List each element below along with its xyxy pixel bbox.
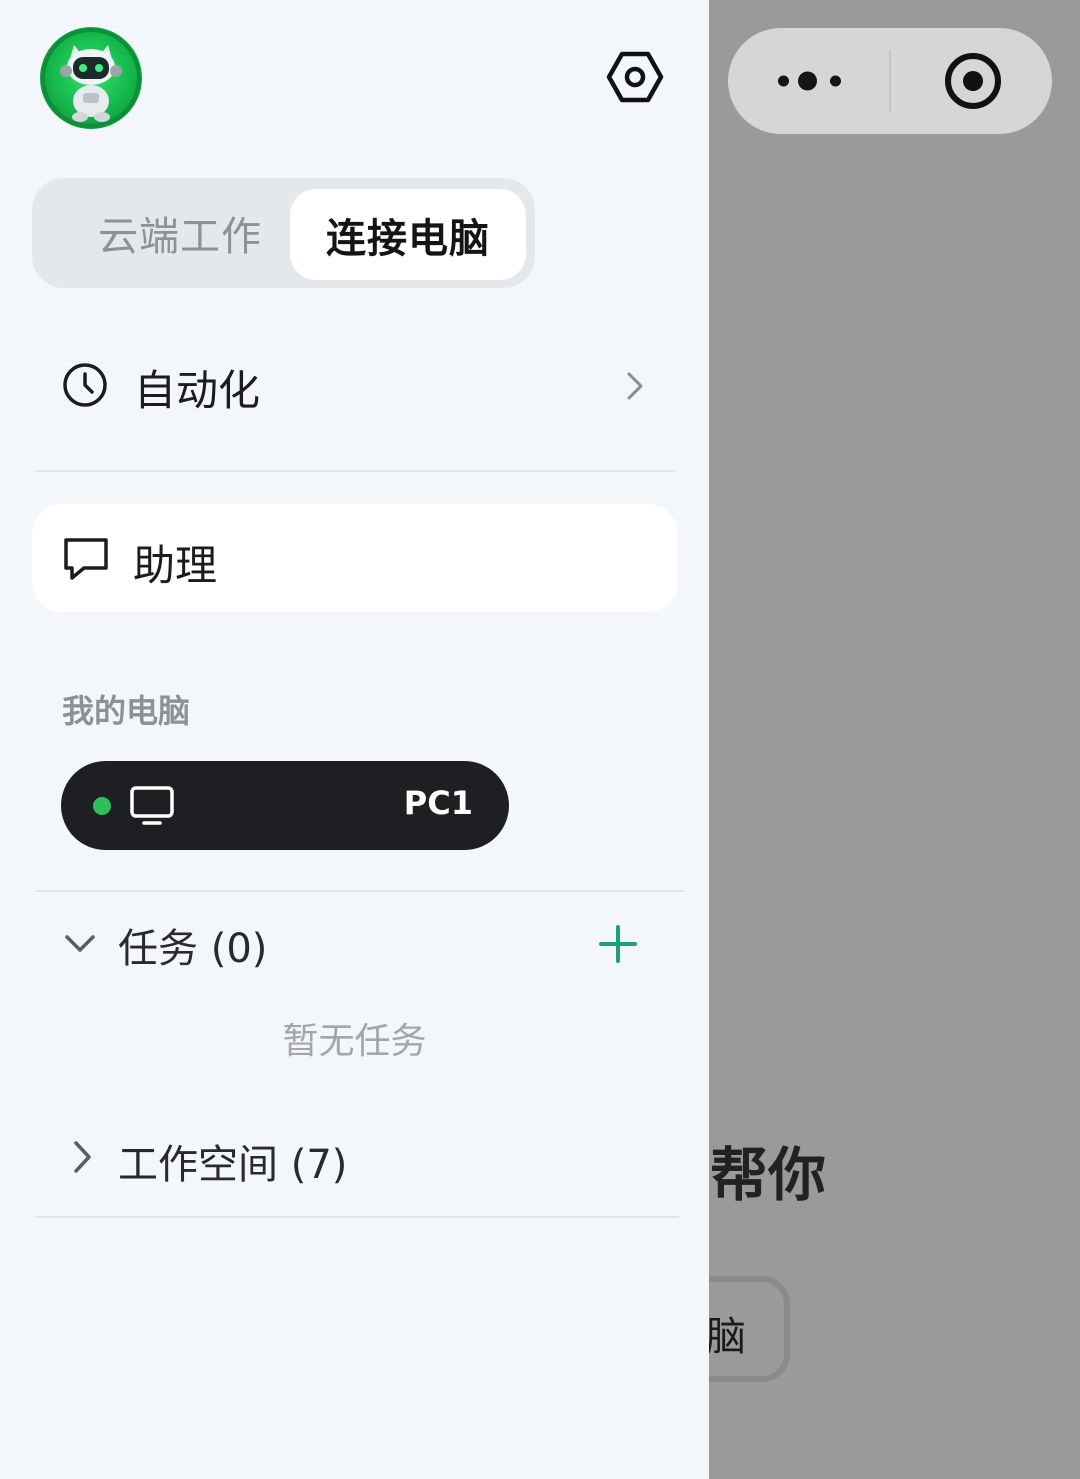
my-pcs-title: 我的电脑	[62, 692, 191, 730]
side-drawer: 云端工作 连接电脑 自动化 助理 我的电脑 PC1 任务 (0) 暂无任务 工作…	[0, 0, 709, 1479]
chat-bubble-icon	[64, 538, 108, 580]
robot-avatar-icon[interactable]	[40, 27, 142, 129]
chevron-right-icon	[627, 372, 643, 400]
tasks-label: 任务 (0)	[118, 926, 268, 972]
monitor-icon	[130, 786, 174, 825]
chevron-right-icon	[74, 1141, 91, 1173]
assistant-label: 助理	[133, 541, 218, 590]
automation-row[interactable]: 自动化	[32, 335, 678, 435]
add-task-plus-icon[interactable]	[598, 924, 638, 964]
capsule-divider	[889, 50, 891, 112]
workspaces-section-header[interactable]: 工作空间 (7)	[32, 1112, 678, 1202]
background-heading: 帮你	[710, 1141, 827, 1209]
pc-name: PC1	[403, 784, 473, 822]
background-button-label: 脑	[706, 1314, 746, 1360]
tab-connect-pc[interactable]: 连接电脑	[290, 189, 526, 280]
mini-program-capsule	[728, 28, 1052, 134]
more-options-icon[interactable]	[778, 28, 890, 134]
divider	[35, 1216, 679, 1218]
settings-hexagon-icon[interactable]	[606, 50, 664, 104]
assistant-row[interactable]: 助理	[32, 504, 678, 612]
close-target-icon[interactable]	[943, 51, 1003, 111]
chevron-down-icon	[65, 935, 95, 952]
pc-item[interactable]: PC1	[61, 761, 509, 850]
online-status-dot	[93, 797, 111, 815]
tasks-empty-state: 暂无任务	[282, 1021, 427, 1062]
clock-icon	[63, 363, 107, 407]
divider	[35, 470, 675, 472]
mode-segmented-control: 云端工作 连接电脑	[32, 178, 535, 288]
automation-label: 自动化	[134, 366, 261, 415]
divider	[35, 890, 685, 892]
tasks-section-header[interactable]: 任务 (0)	[32, 900, 678, 990]
workspaces-label: 工作空间 (7)	[118, 1142, 348, 1188]
tab-cloud-work[interactable]: 云端工作	[54, 178, 306, 288]
